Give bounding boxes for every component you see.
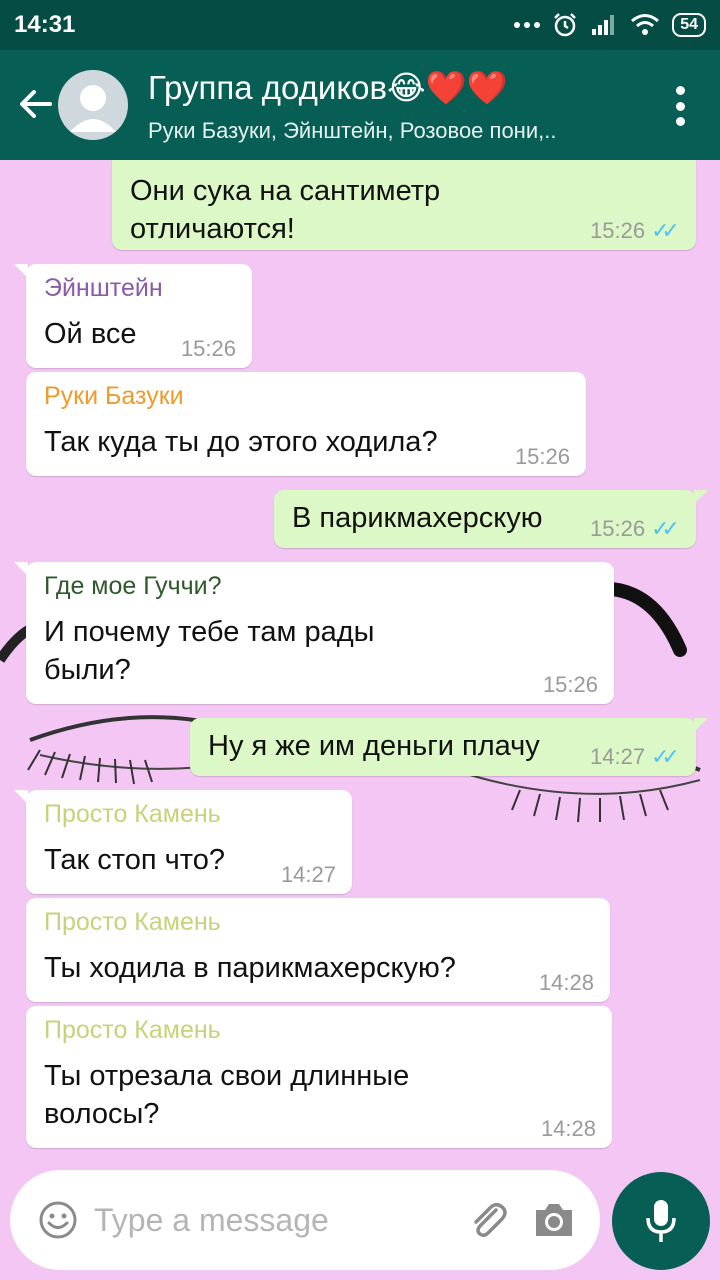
avatar-icon [70, 85, 116, 132]
message-incoming[interactable]: Эйнштейн Ой все 15:26 [14, 264, 252, 368]
message-meta: 15:26 [181, 336, 236, 362]
status-icons: 54 [514, 10, 706, 40]
message-time: 15:26 [542, 672, 598, 697]
message-time: 15:26 [590, 218, 646, 243]
message-time: 14:27 [280, 862, 336, 887]
group-title[interactable]: Группа додиков😂❤️❤️ [148, 68, 508, 108]
message-meta: 15:26 [543, 672, 598, 698]
back-arrow-icon[interactable] [14, 82, 58, 126]
message-sender[interactable]: Просто Камень [44, 800, 334, 829]
message-text: Они сука на сантиметр отличаются! [130, 175, 441, 245]
message-input[interactable]: Type a message [94, 1202, 329, 1239]
bubble-tail [14, 562, 28, 576]
battery-indicator: 54 [672, 13, 706, 37]
message-input-bar[interactable]: Type a message [10, 1170, 600, 1270]
bubble-tail [694, 490, 708, 504]
more-notifications-icon [514, 22, 541, 28]
message-sender[interactable]: Просто Камень [44, 1016, 594, 1045]
message-incoming[interactable]: Просто Камень Ты отрезала свои длинные в… [26, 1006, 612, 1148]
bubble-tail [694, 718, 708, 732]
message-text: Ты ходила в парикмахерскую? [44, 952, 456, 984]
message-meta: 14:27 ✓✓ [590, 744, 680, 770]
message-outgoing[interactable]: Ну я же им деньги плачу 14:27 ✓✓ [190, 718, 708, 776]
more-vert-icon[interactable] [676, 86, 686, 126]
read-ticks-icon: ✓✓ [651, 516, 680, 541]
message-text: Так куда ты до этого ходила? [44, 426, 438, 458]
message-time: 15:26 [514, 444, 570, 469]
read-ticks-icon: ✓✓ [651, 744, 680, 769]
message-meta: 14:28 [539, 970, 594, 996]
wifi-icon [631, 14, 660, 35]
read-ticks-icon: ✓✓ [651, 218, 680, 243]
message-incoming[interactable]: Просто Камень Ты ходила в парикмахерскую… [26, 898, 610, 1002]
message-meta: 14:28 [541, 1116, 596, 1142]
message-incoming[interactable]: Где мое Гуччи? И почему тебе там рады бы… [14, 562, 614, 704]
message-outgoing[interactable]: Они сука на сантиметр отличаются! 15:26 … [112, 160, 696, 250]
message-meta: 15:26 ✓✓ [590, 218, 680, 244]
message-text: Ты отрезала свои длинные волосы? [44, 1060, 410, 1130]
bubble-tail [14, 264, 28, 278]
chat-area[interactable]: Они сука на сантиметр отличаются! 15:26 … [0, 160, 720, 1160]
message-time: 14:28 [540, 1116, 596, 1141]
status-time: 14:31 [14, 11, 76, 38]
chat-header: Группа додиков😂❤️❤️ Руки Базуки, Эйнштей… [0, 50, 720, 160]
message-time: 15:26 [590, 516, 646, 541]
message-meta: 15:26 [515, 444, 570, 470]
message-text: И почему тебе там рады были? [44, 616, 375, 686]
message-outgoing[interactable]: В парикмахерскую 15:26 ✓✓ [274, 490, 708, 548]
message-time: 14:28 [538, 970, 594, 995]
group-avatar[interactable] [58, 70, 128, 140]
message-incoming[interactable]: Руки Базуки Так куда ты до этого ходила?… [26, 372, 586, 476]
attach-icon[interactable] [466, 1198, 510, 1242]
signal-icon [592, 15, 615, 35]
message-time: 14:27 [590, 744, 646, 769]
camera-icon[interactable] [532, 1200, 576, 1240]
status-bar: 14:31 54 [0, 0, 720, 50]
message-sender[interactable]: Руки Базуки [44, 382, 568, 411]
message-time: 15:26 [180, 336, 236, 361]
message-sender[interactable]: Эйнштейн [44, 274, 234, 303]
mic-icon [646, 1200, 676, 1242]
message-meta: 15:26 ✓✓ [590, 516, 680, 542]
emoji-icon[interactable] [38, 1200, 78, 1240]
group-members[interactable]: Руки Базуки, Эйнштейн, Розовое пони,.. [148, 118, 556, 144]
mic-button[interactable] [612, 1172, 710, 1270]
message-sender[interactable]: Просто Камень [44, 908, 592, 937]
message-sender[interactable]: Где мое Гуччи? [44, 572, 596, 601]
message-meta: 14:27 [281, 862, 336, 888]
message-incoming[interactable]: Просто Камень Так стоп что? 14:27 [14, 790, 352, 894]
alarm-icon [554, 13, 577, 37]
bubble-tail [14, 790, 28, 804]
